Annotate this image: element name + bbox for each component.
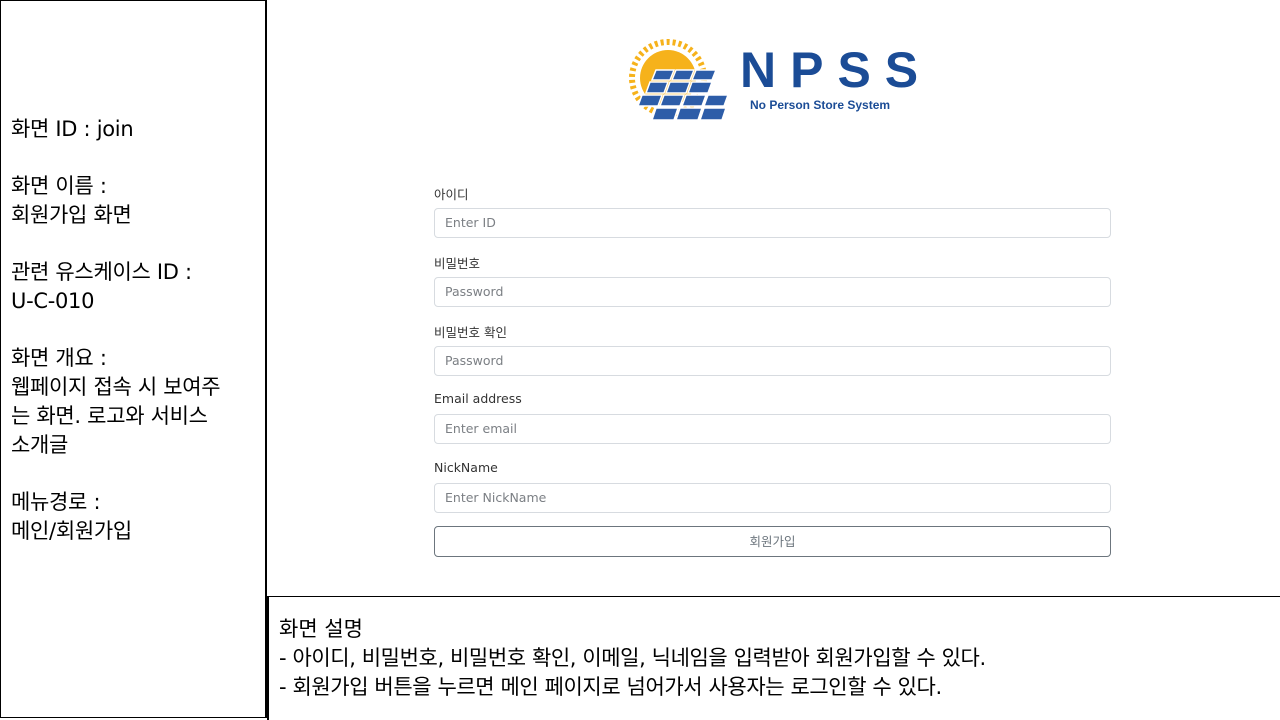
npss-logo: NPSS No Person Store System xyxy=(626,38,922,124)
logo-subtitle: No Person Store System xyxy=(750,98,891,112)
password-label: 비밀번호 xyxy=(434,256,481,271)
spec-panel: 화면 ID : join 화면 이름 : 회원가입 화면 관련 유스케이스 ID… xyxy=(0,0,267,718)
logo-title: NPSS xyxy=(740,42,933,98)
screen-name-value: 회원가입 화면 xyxy=(11,203,132,227)
sun-solar-panel-icon xyxy=(629,39,730,121)
screen-name-label: 화면 이름 : xyxy=(11,174,107,198)
id-input[interactable]: Enter ID xyxy=(434,208,1111,238)
overview-value: 웹페이지 접속 시 보여주 는 화면. 로고와 서비스 소개글 xyxy=(11,375,221,457)
usecase-value: U-C-010 xyxy=(11,289,95,313)
menu-path-value: 메인/회원가입 xyxy=(11,519,132,543)
usecase-label: 관련 유스케이스 ID : xyxy=(11,260,192,284)
password-confirm-label: 비밀번호 확인 xyxy=(434,325,507,340)
signup-button[interactable]: 회원가입 xyxy=(434,526,1111,557)
overview-label: 화면 개요 : xyxy=(11,346,107,370)
description-line: - 회원가입 버튼을 누르면 메인 페이지로 넘어가서 사용자는 로그인할 수 … xyxy=(279,675,942,699)
password-confirm-input[interactable]: Password xyxy=(434,346,1111,376)
menu-path-label: 메뉴경로 : xyxy=(11,490,101,514)
nickname-input[interactable]: Enter NickName xyxy=(434,483,1111,513)
description-title: 화면 설명 xyxy=(279,617,363,641)
email-label: Email address xyxy=(434,391,522,406)
description-line: - 아이디, 비밀번호, 비밀번호 확인, 이메일, 닉네임을 입력받아 회원가… xyxy=(279,646,986,670)
screen-id: 화면 ID : join xyxy=(11,117,134,141)
email-input[interactable]: Enter email xyxy=(434,414,1111,444)
password-input[interactable]: Password xyxy=(434,277,1111,307)
nickname-label: NickName xyxy=(434,460,498,475)
description-panel: 화면 설명 - 아이디, 비밀번호, 비밀번호 확인, 이메일, 닉네임을 입력… xyxy=(267,596,1280,720)
id-label: 아이디 xyxy=(434,187,469,202)
